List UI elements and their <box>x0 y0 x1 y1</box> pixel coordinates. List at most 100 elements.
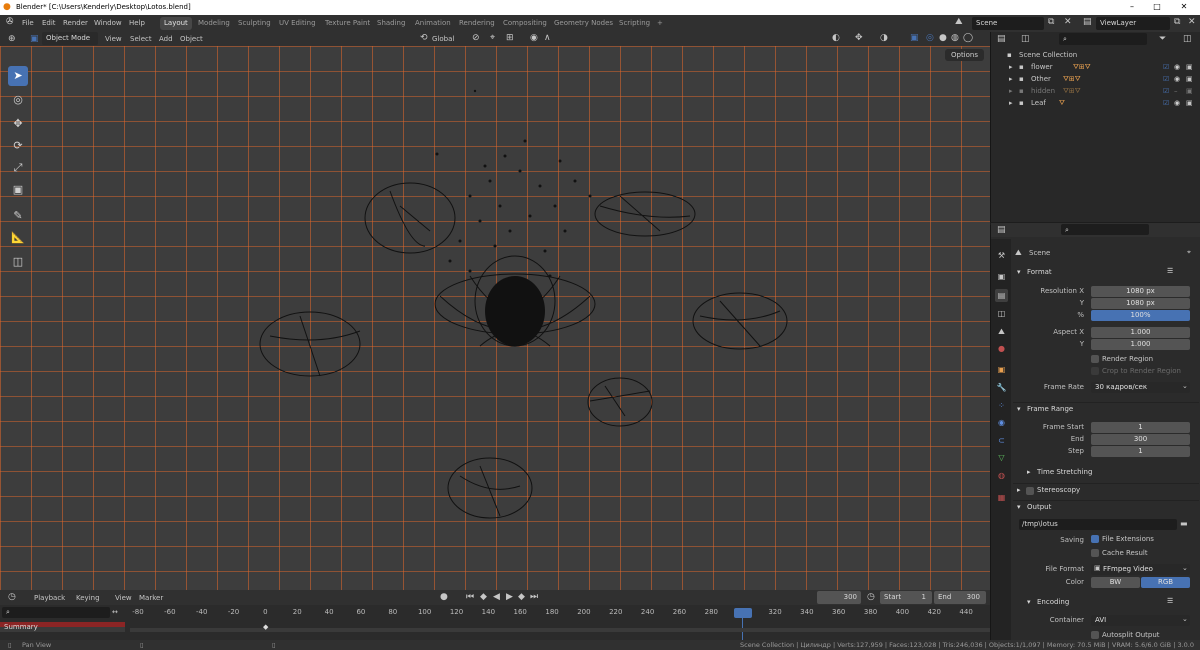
pivot-point-icon[interactable]: ⊘ <box>472 33 480 43</box>
timeline-menu-playback[interactable]: Playback <box>34 594 65 602</box>
new-collection-icon[interactable]: ◫ <box>1183 34 1192 44</box>
workspace-tab-texture-paint[interactable]: Texture Paint <box>321 17 374 30</box>
encoding-subpanel-header[interactable]: ▾ Encoding ☰ <box>1013 596 1199 610</box>
menu-edit[interactable]: Edit <box>42 19 56 27</box>
workspace-tab-sculpting[interactable]: Sculpting <box>234 17 275 30</box>
keyframe-marker-icon[interactable]: ◆ <box>263 623 268 631</box>
visibility-eye-icon[interactable]: – <box>1174 87 1178 95</box>
render-camera-icon[interactable]: ▣ <box>1186 63 1193 71</box>
falloff-icon[interactable]: ∧ <box>544 33 551 43</box>
crop-region-checkbox[interactable]: Crop to Render Region <box>1091 367 1191 378</box>
add-cube-tool-icon[interactable]: ◫ <box>8 252 28 272</box>
snap-icon[interactable]: ⌖ <box>490 33 495 43</box>
workspace-tab-shading[interactable]: Shading <box>373 17 409 30</box>
frame-start-field[interactable]: 1 <box>1091 422 1190 433</box>
prev-keyframe-icon[interactable]: ◆ <box>480 592 487 602</box>
workspace-tab-geometry-nodes[interactable]: Geometry Nodes <box>550 17 617 30</box>
add-workspace-button[interactable]: + <box>653 17 667 30</box>
snap-target-icon[interactable]: ⊞ <box>506 33 514 43</box>
minimize-icon[interactable]: – <box>1125 2 1139 11</box>
format-panel-header[interactable]: ▾ Format ☰ <box>1013 266 1199 280</box>
render-camera-icon[interactable]: ▣ <box>1186 75 1193 83</box>
view-layer-selector[interactable]: ViewLayer <box>1096 17 1170 30</box>
aspect-x-field[interactable]: 1.000 <box>1091 327 1190 338</box>
frame-end-field[interactable]: 300 <box>1091 434 1190 445</box>
render-tab-icon[interactable]: ▣ <box>995 270 1008 283</box>
mode-selector[interactable]: Object Mode <box>42 32 98 45</box>
outliner-scene-collection[interactable]: ▪ Scene Collection <box>991 49 1200 61</box>
summary-channel[interactable]: Summary <box>0 622 125 632</box>
container-dropdown[interactable]: AVI <box>1091 615 1190 626</box>
outliner-search-input[interactable]: ⌕ <box>1059 33 1147 45</box>
next-keyframe-icon[interactable]: ◆ <box>518 592 525 602</box>
outliner-item-hidden[interactable]: ▸ ▪ hidden ⛛⊞⛛ ☑ – ▣ <box>991 85 1200 97</box>
xray-icon[interactable]: ▣ <box>910 33 919 43</box>
blender-menu-icon[interactable]: ✇ <box>6 17 14 27</box>
timeline-collapse-icon[interactable]: ↔ <box>112 608 118 616</box>
viewport-menu-add[interactable]: Add <box>159 35 173 43</box>
viewport-menu-object[interactable]: Object <box>180 35 203 43</box>
workspace-tab-modeling[interactable]: Modeling <box>194 17 234 30</box>
close-icon[interactable]: ✕ <box>1177 2 1191 11</box>
texture-tab-icon[interactable]: ▦ <box>995 491 1008 504</box>
output-panel-header[interactable]: ▾ Output <box>1013 500 1199 514</box>
frame-rate-dropdown[interactable]: 30 кадров/сек <box>1091 382 1190 393</box>
workspace-tab-layout[interactable]: Layout <box>160 17 192 30</box>
wireframe-shading-icon[interactable]: ◎ <box>926 33 934 43</box>
expand-icon[interactable]: ▸ <box>1009 87 1013 95</box>
frame-range-panel-header[interactable]: ▾ Frame Range <box>1013 402 1199 416</box>
include-checkbox-icon[interactable]: ☑ <box>1163 87 1169 95</box>
menu-window[interactable]: Window <box>94 19 122 27</box>
proportional-edit-icon[interactable]: ◉ <box>530 33 538 43</box>
workspace-tab-animation[interactable]: Animation <box>411 17 455 30</box>
autosplit-checkbox[interactable]: Autosplit Output <box>1091 631 1191 640</box>
cache-result-checkbox[interactable]: Cache Result <box>1091 549 1191 560</box>
play-icon[interactable]: ▶ <box>506 592 513 602</box>
3d-viewport[interactable]: ➤ ◎ ✥ ⟳ ⤢ ▣ ✎ 📐 ◫ Options <box>0 46 990 590</box>
time-stretching-subpanel[interactable]: ▸ Time Stretching <box>1013 466 1199 480</box>
timeline-search-field[interactable]: ⌕ <box>2 607 110 618</box>
keyframe-track[interactable] <box>130 628 990 632</box>
outliner-item-leaf[interactable]: ▸ ▪ Leaf ⛛ ☑ ◉ ▣ <box>991 97 1200 109</box>
visibility-eye-icon[interactable]: ◉ <box>1174 99 1180 107</box>
new-scene-icon[interactable]: ⧉ <box>1048 17 1054 27</box>
visibility-eye-icon[interactable]: ◉ <box>1174 63 1180 71</box>
measure-tool-icon[interactable]: 📐 <box>8 228 28 248</box>
viewport-options-button[interactable]: Options <box>944 49 984 61</box>
material-shading-icon[interactable]: ◍ <box>951 33 959 43</box>
filter-icon[interactable]: ⏷ <box>1159 34 1166 44</box>
delete-scene-icon[interactable]: ✕ <box>1064 17 1072 27</box>
scale-tool-icon[interactable]: ⤢ <box>8 158 28 178</box>
object-tab-icon[interactable]: ▣ <box>995 363 1008 376</box>
rotate-tool-icon[interactable]: ⟳ <box>8 136 28 156</box>
scene-selector[interactable]: Scene <box>972 17 1044 30</box>
resolution-y-field[interactable]: 1080 px <box>1091 298 1190 309</box>
start-frame-field[interactable]: Start 1 <box>880 591 932 604</box>
new-view-layer-icon[interactable]: ⧉ <box>1174 17 1180 27</box>
viewport-menu-view[interactable]: View <box>105 35 122 43</box>
include-checkbox-icon[interactable]: ☑ <box>1163 99 1169 107</box>
particles-tab-icon[interactable]: ⁘ <box>995 399 1008 412</box>
render-camera-icon[interactable]: ▣ <box>1186 87 1193 95</box>
annotate-tool-icon[interactable]: ✎ <box>8 206 28 226</box>
transform-orientation-selector[interactable]: Global <box>432 35 454 43</box>
material-tab-icon[interactable]: ◍ <box>995 469 1008 482</box>
pin-icon[interactable]: ⌖ <box>1187 248 1191 257</box>
visibility-eye-icon[interactable]: ◉ <box>1174 75 1180 83</box>
record-icon[interactable]: ● <box>440 592 448 602</box>
workspace-tab-scripting[interactable]: Scripting <box>615 17 654 30</box>
workspace-tab-rendering[interactable]: Rendering <box>455 17 499 30</box>
viewport-menu-select[interactable]: Select <box>130 35 152 43</box>
resolution-x-field[interactable]: 1080 px <box>1091 286 1190 297</box>
include-checkbox-icon[interactable]: ☑ <box>1163 63 1169 71</box>
play-reverse-icon[interactable]: ◀ <box>493 592 500 602</box>
display-mode-icon[interactable]: ◫ <box>1021 34 1030 44</box>
stereoscopy-checkbox[interactable] <box>1026 487 1034 495</box>
color-rgb-button[interactable]: RGB <box>1141 577 1190 588</box>
folder-icon[interactable]: ▬ <box>1180 519 1188 528</box>
outliner-item-other[interactable]: ▸ ▪ Other ⛛⊞⛛ ☑ ◉ ▣ <box>991 73 1200 85</box>
solid-shading-icon[interactable]: ● <box>939 33 947 43</box>
preview-range-icon[interactable]: ◷ <box>867 592 875 602</box>
timeline-ruler[interactable]: -80 -60 -40 -20 0 20 40 60 80 100 120 140 160 180 200 2… <box>130 606 990 618</box>
delete-view-layer-icon[interactable]: ✕ <box>1188 17 1196 27</box>
